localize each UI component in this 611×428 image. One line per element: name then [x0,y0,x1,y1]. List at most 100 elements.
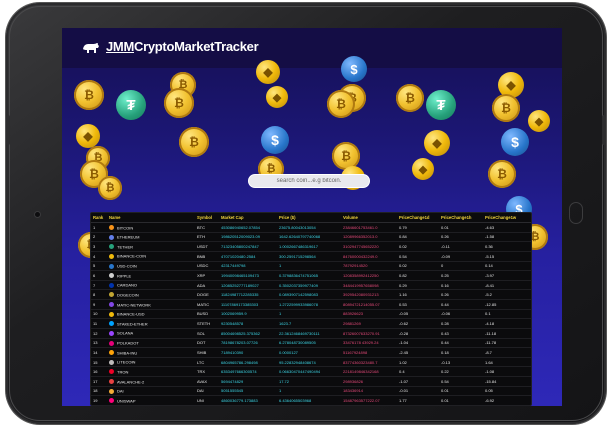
bnb-coin-icon: ◆ [424,130,450,156]
coin-logo-icon [109,340,114,346]
table-row[interactable]: 13 POLKADOT DOT 78198678203.07726 6.27804873… [91,338,531,349]
coin-name: CARDANO [117,282,138,288]
column-header-pricechange-1w[interactable]: PriceChange1w [483,213,531,223]
symbol-cell: SHIB [195,347,219,358]
table-row[interactable]: 8 DOGECOIN DOGE 11824987712285335 0.08939071… [91,289,531,300]
pricechange-1d-cell: 1.16 [397,289,439,300]
table-row[interactable]: 7 CARDANO ADA 12085252777189027 0.3502037359… [91,280,531,291]
symbol-cell: USDT [195,241,219,252]
volume-cell: 33476178 43929.24 [341,338,397,349]
column-header-price[interactable]: Price ($) [277,213,341,223]
coin-name: ETHEREUM [117,234,140,240]
table-row[interactable]: 11 STAKED-ETHER STETH 9230548578 1623.7 29881… [91,318,531,329]
home-button[interactable] [569,202,583,224]
table-row[interactable]: 12 SOLANA SOL 85004698525.375362 22.36124684… [91,328,531,339]
pricechange-1d-cell: 0.53 [397,299,439,310]
pricechange-1h-cell: -0.09 [439,251,483,262]
table-row[interactable]: 19 UNISWAP UNI 4860036779.173883 6.436406550… [91,395,531,405]
column-header-name[interactable]: Name [107,213,195,223]
table-row[interactable]: 5 USD-COIN USDC 42317449798 1 78792914520 0.02… [91,261,531,272]
coin-logo-icon [109,379,114,385]
coin-logo-icon [109,311,114,317]
table-row[interactable]: 3 TETHER USDT 71323405800247847 1.0002667486… [91,241,531,252]
table-row[interactable]: 15 LITECOIN LTC 6804965786.298498 95.2283294… [91,357,531,368]
volume-cell: 3102947745652220 [341,241,397,252]
pricechange-1d-cell: 0.54 [397,251,439,262]
pricechange-1h-cell: 0.26 [439,289,483,300]
table-row[interactable]: 1 BITCOIN BTC 453086940652.07854 23675.80043… [91,222,531,233]
brand-prefix: JMM [106,39,134,54]
name-cell: BINANCE-COIN [107,251,195,262]
table-row[interactable]: 16 TRON TRX 6353497666300574 0.0663047044749… [91,366,531,377]
coin-logo-icon [109,359,114,365]
app-brand[interactable]: JMMCryptoMarketTracker [106,39,259,54]
symbol-cell: MATIC [195,299,219,310]
coin-logo-icon [109,234,114,240]
rank-cell: 14 [91,347,107,358]
volume-cell: 78792914520 [341,261,397,272]
price-cell: 23590 [277,405,341,406]
price-cell: 0.3798836474751065 [277,270,341,281]
rank-cell: 6 [91,270,107,281]
price-cell: 1.2722599933986078 [277,299,341,310]
volume-cell: 183436914 [341,386,397,397]
table-row[interactable]: 18 DAI DAI 5051555545 1 183436914 -0.01 0.01 0.0… [91,386,531,397]
coin-name: STAKED-ETHER [117,321,148,327]
table-row[interactable]: 17 AVALANCHE-2 AVAX 5694474829 17.72 29893682… [91,376,531,387]
symbol-cell: BTC [195,222,219,233]
pricechange-1d-cell: -0.62 [397,318,439,329]
pricechange-1w-cell: -15.84 [483,376,531,387]
volume-cell: 83774360323480.7 [341,357,397,368]
column-header-symbol[interactable]: Symbol [195,213,219,223]
pricechange-1d-cell: 0.29 [397,280,439,291]
rank-cell: 10 [91,309,107,320]
column-header-market-cap[interactable]: Market Cap [219,213,277,223]
volume-cell: 84760000432249.0 [341,251,397,262]
volume-cell: 51167924898 [341,347,397,358]
coin-logo-icon [109,398,114,404]
price-cell: 1 [277,386,341,397]
price-cell: 0.06630470447490494 [277,366,341,377]
rank-cell: 1 [91,222,107,233]
market-cap-cell: 11107869173385303 [219,299,277,310]
symbol-cell: DOT [195,338,219,349]
market-cap-cell: 12085252777189027 [219,280,277,291]
coin-icon: ₿ [74,80,104,110]
coin-name: DAI [117,388,124,394]
table-row[interactable]: 14 SHIBA-INU SHIB 7189410390 0.0000127 511679… [91,347,531,358]
table-row[interactable]: 2 ETHEREUM ETH 198620512009023.09 1642.62640… [91,232,531,243]
table-row[interactable]: 4 BINANCE-COIN BNB 47071020480.2584 300.2591… [91,251,531,262]
pricechange-1d-cell: -0.01 [397,386,439,397]
brand-name: CryptoMarketTracker [134,39,259,54]
name-cell: SOLANA [107,328,195,339]
table-row[interactable]: 9 MATIC-NETWORK MATIC 11107869173385303 1.27… [91,299,531,310]
market-cap-cell: 6804965786.298498 [219,357,277,368]
market-cap-cell: 78198678203.07726 [219,338,277,349]
pricechange-1h-cell: 0.18 [439,347,483,358]
column-header-rank[interactable]: Rank [91,213,107,223]
pricechange-1d-cell: -1.04 [397,338,439,349]
name-cell: AVALANCHE-2 [107,376,195,387]
pricechange-1w-cell: -4.63 [483,222,531,233]
tether-coin-icon: ₮ [116,90,146,120]
coin-logo-icon [109,253,114,259]
pricechange-1w-cell: -8.7 [483,347,531,358]
symbol-cell: TRX [195,366,219,377]
table-header-row: Rank Name Symbol Market Cap Price ($) Vo… [91,213,531,223]
column-header-pricechange-1d[interactable]: PriceChange1d [397,213,439,223]
tablet-side-button [6,115,10,145]
pricechange-1d-cell: 0.84 [397,232,439,243]
table-row[interactable]: 20WRAPPED-BITCOINWBTC3818477362235908531… [91,405,531,406]
bnb-coin-icon: ◆ [256,60,280,84]
rank-cell: 3 [91,241,107,252]
column-header-volume[interactable]: Volume [341,213,397,223]
symbol-cell: DAI [195,386,219,397]
column-header-pricechange-1h[interactable]: PriceChange1h [439,213,483,223]
rank-cell: 12 [91,328,107,339]
search-input[interactable] [248,174,370,188]
pricechange-1d-cell: 0.02 [397,241,439,252]
table-row[interactable]: 10 BINANCE-USD BUSD 1002069959.9 1 883926623-… [91,309,531,320]
pricechange-1h-cell: 0.01 [439,386,483,397]
table-row[interactable]: 6 RIPPLE XRP 19940098465109473 0.37988364747… [91,270,531,281]
name-cell: DOGECOIN [107,289,195,300]
